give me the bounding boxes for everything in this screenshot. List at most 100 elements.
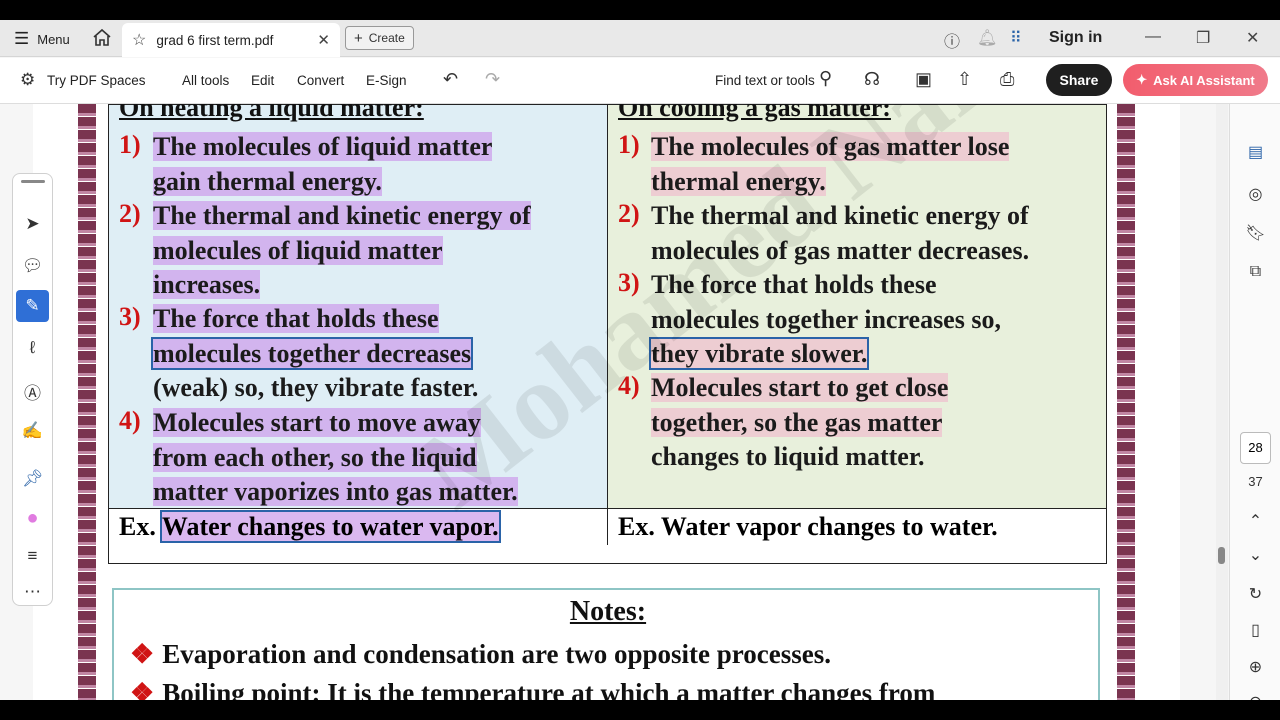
main-toolbar: ⚙ Try PDF Spaces All tools Edit Convert …: [0, 58, 1280, 104]
heating-column: On heating a liquid matter: 1) The molec…: [109, 104, 608, 508]
menu-button[interactable]: ☰ Menu: [14, 29, 70, 49]
scrollbar-thumb[interactable]: [1218, 547, 1225, 564]
plus-icon: +: [354, 29, 363, 47]
notes-box: Notes: ❖ Evaporation and condensation are…: [112, 588, 1100, 700]
list-number: 4): [618, 371, 640, 400]
comparison-table: On heating a liquid matter: 1) The molec…: [108, 104, 1107, 564]
page-fit-icon[interactable]: ▯: [1230, 620, 1280, 640]
vertical-scrollbar[interactable]: [1216, 104, 1228, 700]
bell-icon[interactable]: 🔔︎: [977, 28, 997, 48]
restore-icon[interactable]: ❐: [1196, 28, 1210, 48]
draw-icon[interactable]: ℓ: [13, 338, 52, 358]
esign-button[interactable]: E-Sign: [366, 73, 407, 88]
list-number: 1): [119, 130, 141, 159]
line-weight-icon[interactable]: ≡: [13, 546, 52, 566]
total-pages: 37: [1248, 474, 1263, 489]
notes-title: Notes:: [569, 596, 647, 627]
panel-handle[interactable]: [21, 180, 45, 183]
prev-page-icon[interactable]: ⌃: [1230, 511, 1280, 531]
minimize-icon[interactable]: —: [1145, 28, 1161, 46]
list-item: Molecules start to move away from each o…: [153, 408, 518, 506]
sign-in-link[interactable]: Sign in: [1049, 29, 1102, 47]
pdf-page-view[interactable]: On heating a liquid matter: 1) The molec…: [33, 104, 1180, 700]
hamburger-icon: ☰: [14, 29, 30, 48]
undo-icon[interactable]: ↶: [443, 69, 458, 90]
list-number: 4): [119, 406, 141, 435]
acrobat-window: ☰ Menu ☆ grad 6 first term.pdf ✕ + Creat…: [0, 20, 1280, 700]
save-icon[interactable]: ▣: [915, 69, 932, 90]
create-button[interactable]: + Create: [345, 26, 414, 50]
rotate-icon[interactable]: ↻: [1230, 584, 1280, 604]
find-tools-input[interactable]: Find text or tools: [715, 73, 815, 88]
example-row: Ex. Water changes to water vapor. Ex. Wa…: [109, 508, 1106, 545]
right-side-panel: ▤ ◎ 🔖︎ ⧉ 28 37 ⌃ ⌄ ↻ ▯ ⊕ ⊖: [1229, 104, 1280, 700]
comments-panel-icon[interactable]: ◎: [1230, 184, 1280, 204]
upload-icon[interactable]: ⇧: [957, 69, 972, 90]
help-icon[interactable]: ⓘ: [944, 28, 960, 52]
pdf-spaces-icon: ⚙: [20, 70, 36, 89]
ai-sparkle-icon: ✦: [1136, 72, 1148, 87]
comment-icon[interactable]: 💬︎: [13, 256, 52, 276]
diamond-bullet-icon: ❖: [130, 639, 155, 669]
example-right: Ex. Water vapor changes to water.: [618, 512, 998, 541]
page-number-input[interactable]: 28: [1240, 432, 1271, 464]
decorative-border-right: [1117, 104, 1135, 700]
home-icon: [93, 28, 111, 46]
list-number: 1): [618, 130, 640, 159]
list-item: The molecules of gas matter lose thermal…: [651, 132, 1010, 196]
star-icon[interactable]: ☆: [132, 30, 146, 50]
pin-icon[interactable]: 📌︎: [13, 469, 52, 489]
color-swatch-icon[interactable]: ●: [13, 507, 52, 530]
more-icon[interactable]: ⋯: [13, 582, 52, 602]
headphones-icon[interactable]: ☊: [864, 69, 880, 90]
pages-icon[interactable]: ⧉: [1230, 263, 1280, 281]
apps-icon[interactable]: ⠿: [1010, 28, 1022, 48]
ai-assistant-label: Ask AI Assistant: [1153, 72, 1255, 88]
list-item: Molecules start to get close together, s…: [651, 373, 949, 471]
right-heading: On cooling a gas matter:: [618, 104, 891, 122]
text-box-icon[interactable]: Ⓐ: [13, 379, 52, 404]
list-number: 3): [618, 268, 640, 297]
tab-bar: ☰ Menu ☆ grad 6 first term.pdf ✕ + Creat…: [0, 20, 1280, 57]
left-heading: On heating a liquid matter:: [119, 104, 424, 122]
ai-summary-icon[interactable]: ▤: [1230, 142, 1280, 162]
diamond-bullet-icon: ❖: [130, 678, 155, 700]
next-page-icon[interactable]: ⌄: [1230, 545, 1280, 565]
try-pdf-spaces-button[interactable]: Try PDF Spaces: [47, 73, 146, 88]
quick-tools-panel: ➤ 💬︎ ✎ ℓ Ⓐ ✍ 📌︎ ● ≡ ⋯: [12, 173, 53, 606]
zoom-out-icon[interactable]: ⊖: [1230, 692, 1280, 700]
zoom-in-icon[interactable]: ⊕: [1230, 657, 1280, 677]
share-button[interactable]: Share: [1046, 64, 1112, 96]
convert-button[interactable]: Convert: [297, 73, 344, 88]
create-label: Create: [368, 31, 405, 45]
list-number: 3): [119, 302, 141, 331]
ai-assistant-button[interactable]: ✦ Ask AI Assistant: [1123, 64, 1268, 96]
home-button[interactable]: [92, 28, 112, 48]
fill-sign-icon[interactable]: ✍: [13, 421, 52, 441]
tab-title: grad 6 first term.pdf: [156, 32, 274, 48]
note-item: ❖ Boiling point: It is the temperature at…: [130, 678, 935, 700]
highlight-pen-icon[interactable]: ✎: [13, 296, 52, 316]
print-icon[interactable]: ⎙: [1000, 69, 1014, 90]
cooling-column: On cooling a gas matter: 1) The molecule…: [608, 104, 1106, 508]
window-close-icon[interactable]: ✕: [1246, 28, 1259, 48]
list-item: The force that holds these molecules tog…: [150, 304, 479, 402]
list-item: The molecules of liquid matter gain ther…: [153, 132, 493, 196]
note-item: ❖ Evaporation and condensation are two op…: [130, 639, 832, 669]
list-item: The force that holds these molecules tog…: [648, 270, 1001, 370]
bookmark-icon[interactable]: 🔖︎: [1230, 223, 1280, 243]
close-tab-icon[interactable]: ✕: [317, 31, 330, 49]
example-left: Ex. Water changes to water vapor.: [109, 509, 608, 545]
menu-label: Menu: [37, 31, 70, 47]
redo-icon[interactable]: ↷: [485, 69, 500, 90]
decorative-border-left: [78, 104, 96, 700]
document-tab[interactable]: ☆ grad 6 first term.pdf ✕: [122, 23, 340, 57]
cursor-icon[interactable]: ➤: [13, 214, 52, 234]
list-number: 2): [618, 199, 640, 228]
search-icon[interactable]: ⚲: [819, 68, 832, 89]
edit-button[interactable]: Edit: [251, 73, 274, 88]
list-number: 2): [119, 199, 141, 228]
all-tools-button[interactable]: All tools: [182, 73, 229, 88]
list-item: The thermal and kinetic energy of molecu…: [153, 201, 531, 299]
list-item: The thermal and kinetic energy of molecu…: [651, 201, 1030, 265]
